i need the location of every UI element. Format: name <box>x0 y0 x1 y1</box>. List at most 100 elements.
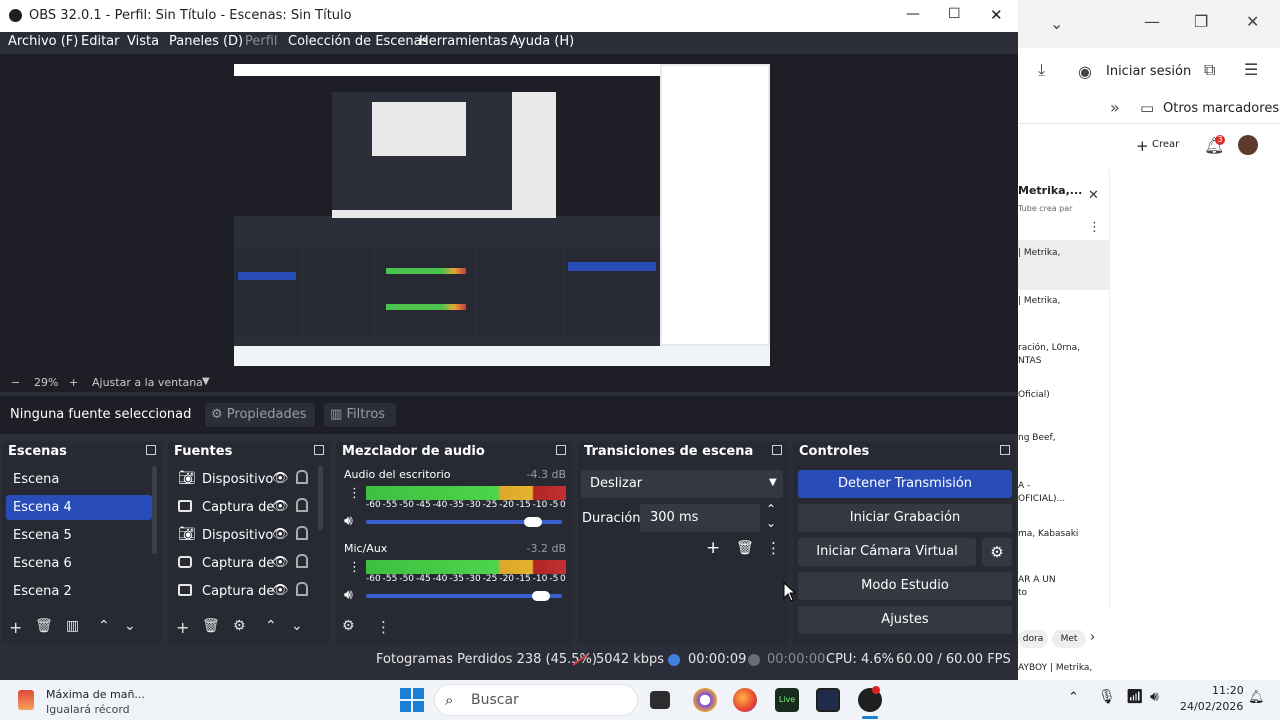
task-view-icon[interactable] <box>650 691 670 709</box>
side-item[interactable]: A - <box>1018 480 1110 492</box>
avatar[interactable] <box>1238 135 1258 155</box>
more-icon[interactable]: ⋮ <box>766 539 781 557</box>
scene-item[interactable]: Escena 6 <box>6 551 152 576</box>
spin-down-icon[interactable]: ⌄ <box>766 516 776 530</box>
fit-to-window-label[interactable]: Ajustar a la ventana <box>92 376 203 389</box>
add-transition-icon[interactable]: + <box>706 538 720 558</box>
source-item[interactable]: 📷︎ Dispositivo 👁︎ <box>172 466 322 494</box>
menu-coleccion[interactable]: Colección de Escenas <box>288 34 428 49</box>
move-down-icon[interactable]: ⌄ <box>124 618 136 634</box>
studio-mode-button[interactable]: Modo Estudio <box>798 572 1012 600</box>
volume-slider[interactable] <box>366 517 562 527</box>
chevron-up-icon[interactable]: ⌃ <box>1068 690 1079 705</box>
restore-icon[interactable]: ❐ <box>1194 14 1208 30</box>
undock-icon[interactable] <box>1000 445 1010 455</box>
extensions-icon[interactable]: ⧉ <box>1204 62 1215 78</box>
lock-icon[interactable] <box>296 498 308 512</box>
eye-icon[interactable]: 👁︎ <box>272 527 289 542</box>
stop-stream-button[interactable]: Detener Transmisión <box>798 470 1012 498</box>
menu-vista[interactable]: Vista <box>127 34 159 49</box>
menu-paneles[interactable]: Paneles (D) <box>169 34 243 49</box>
zoom-out-button[interactable]: − <box>11 376 20 389</box>
app-icon[interactable] <box>693 688 717 712</box>
close-icon[interactable]: ✕ <box>1088 188 1099 203</box>
lock-icon[interactable] <box>296 470 308 484</box>
volume-slider-handle[interactable] <box>524 517 543 527</box>
mixer-settings-icon[interactable]: ⚙ <box>342 618 355 634</box>
live-app-icon[interactable]: Live <box>775 688 799 712</box>
trash-icon[interactable]: 🗑︎ <box>35 618 53 634</box>
more-icon[interactable]: ⋮ <box>348 486 361 501</box>
volume-slider[interactable] <box>366 591 562 601</box>
move-down-icon[interactable]: ⌄ <box>291 618 303 634</box>
chip[interactable]: dora <box>1018 630 1048 648</box>
chevron-down-icon[interactable]: ⌄ <box>1050 16 1063 32</box>
undock-icon[interactable] <box>314 445 324 455</box>
scrollbar[interactable] <box>318 466 323 530</box>
filters-button[interactable]: ▥ Filtros <box>324 403 396 427</box>
scene-item[interactable]: Escena <box>6 467 152 492</box>
move-up-icon[interactable]: ⌃ <box>98 618 110 634</box>
filter-icon[interactable]: ▥ <box>66 618 79 634</box>
start-recording-button[interactable]: Iniciar Grabación <box>798 504 1012 532</box>
undock-icon[interactable] <box>772 445 782 455</box>
undock-icon[interactable] <box>556 445 566 455</box>
notification-icon[interactable]: 🔔︎ <box>1248 690 1265 705</box>
zoom-in-button[interactable]: + <box>69 376 78 389</box>
scene-item-selected[interactable]: Escena 4 <box>6 495 152 520</box>
move-up-icon[interactable]: ⌃ <box>265 618 277 634</box>
minimize-icon[interactable]: — <box>1144 14 1160 30</box>
trash-icon[interactable]: 🗑︎ <box>202 618 220 634</box>
minimize-icon[interactable]: — <box>906 6 920 22</box>
start-virtual-cam-button[interactable]: Iniciar Cámara Virtual <box>798 538 976 566</box>
menu-archivo[interactable]: Archivo (F) <box>8 34 78 49</box>
sign-in-button[interactable]: ◉ Iniciar sesión <box>1070 58 1210 86</box>
source-item[interactable]: Captura de 👁︎ <box>172 550 322 578</box>
close-icon[interactable]: ✕ <box>990 6 1003 24</box>
side-item[interactable]: ng Beef, <box>1018 432 1110 444</box>
side-item[interactable]: ma, Kabasaki <box>1018 528 1110 540</box>
download-icon[interactable]: ⤓ <box>1038 62 1045 78</box>
trash-icon[interactable]: 🗑︎ <box>736 540 754 556</box>
duration-input[interactable]: 300 ms <box>640 504 760 532</box>
eye-icon[interactable]: 👁︎ <box>272 471 289 486</box>
side-item[interactable]: | Metrika, <box>1018 295 1110 307</box>
dropdown-icon[interactable]: ▼ <box>202 376 210 387</box>
scrollbar[interactable] <box>152 466 157 554</box>
eye-icon[interactable]: 👁︎ <box>272 499 289 514</box>
lock-icon[interactable] <box>296 526 308 540</box>
microphone-icon[interactable]: 🎙︎ <box>1098 689 1116 705</box>
undock-icon[interactable] <box>146 445 156 455</box>
menu-perfil[interactable]: Perfil <box>245 34 278 49</box>
side-item[interactable]: AR A UN <box>1018 574 1110 586</box>
lock-icon[interactable] <box>296 554 308 568</box>
news-widget[interactable]: Máxima de mañ... Igualará récord <box>14 686 164 716</box>
create-button[interactable]: + Crear <box>1130 136 1202 156</box>
add-scene-icon[interactable]: + <box>9 618 22 637</box>
monitor-app-icon[interactable] <box>816 688 840 712</box>
side-item[interactable]: ración, L0rna, <box>1018 342 1110 354</box>
scene-item[interactable]: Escena 5 <box>6 523 152 548</box>
eye-icon[interactable]: 👁︎ <box>272 555 289 570</box>
properties-button[interactable]: ⚙ Propiedades <box>205 403 315 427</box>
clock-date[interactable]: 24/02/2026 <box>1180 700 1243 713</box>
wifi-icon[interactable]: 📶︎ <box>1126 689 1144 705</box>
side-item[interactable]: AYBOY | Metrika, <box>1018 663 1092 673</box>
gear-icon[interactable]: ⚙ <box>233 618 246 634</box>
source-item[interactable]: Captura de 👁︎ <box>172 494 322 522</box>
lock-icon[interactable] <box>296 582 308 596</box>
close-icon[interactable]: ✕ <box>1246 14 1259 30</box>
clock-time[interactable]: 11:20 <box>1212 684 1244 697</box>
side-item[interactable]: | Metrika, <box>1018 247 1110 259</box>
taskbar-search[interactable]: ⌕ Buscar <box>434 684 638 716</box>
menu-icon[interactable]: ☰ <box>1244 62 1258 78</box>
windows-start-icon[interactable] <box>400 688 424 712</box>
chevron-right-icon[interactable]: › <box>1090 630 1095 645</box>
add-source-icon[interactable]: + <box>176 618 189 637</box>
more-bookmarks-icon[interactable]: » <box>1110 100 1120 116</box>
menu-ayuda[interactable]: Ayuda (H) <box>510 34 574 49</box>
scene-item[interactable]: Escena 2 <box>6 579 152 604</box>
volume-icon[interactable]: 🔊︎ <box>1150 689 1159 705</box>
menu-editar[interactable]: Editar <box>81 34 120 49</box>
source-item[interactable]: 📷︎ Dispositivo 👁︎ <box>172 522 322 550</box>
